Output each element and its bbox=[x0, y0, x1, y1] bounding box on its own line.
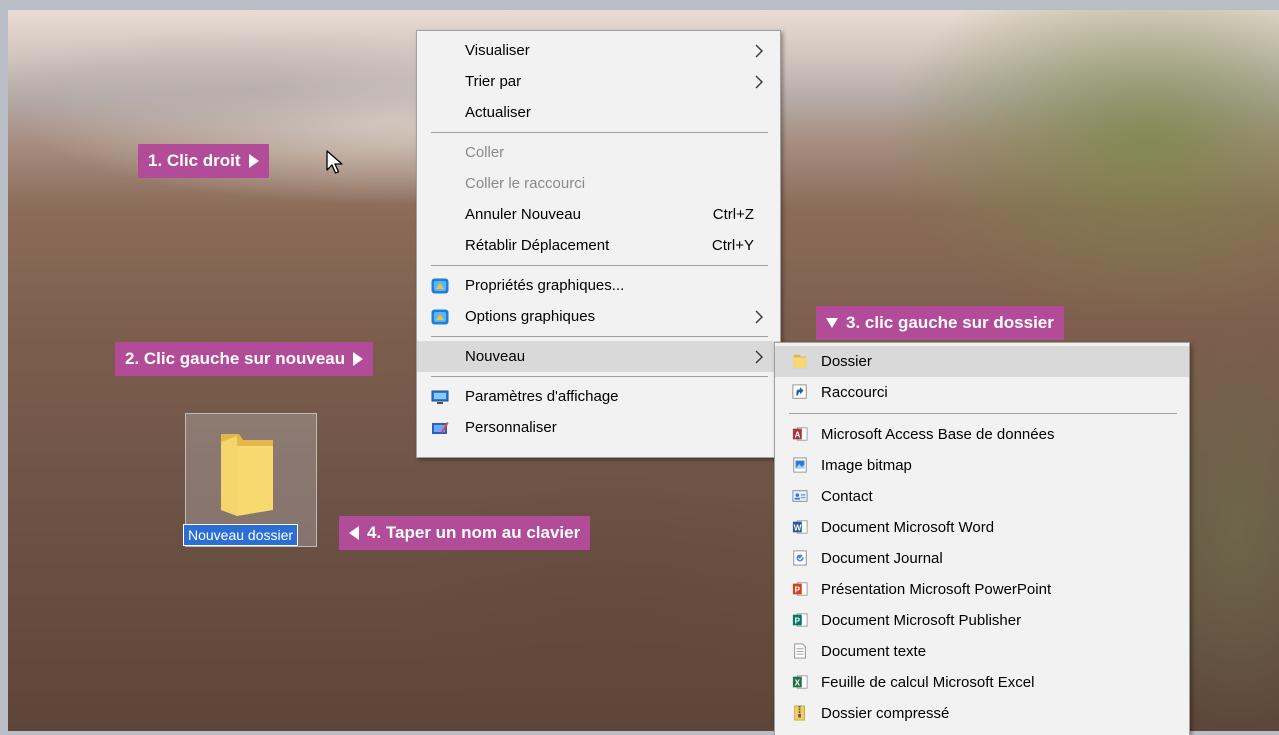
word-icon: W bbox=[792, 520, 808, 534]
menu-item-shortcut: Ctrl+Y bbox=[711, 237, 754, 254]
shortcut-icon bbox=[792, 384, 807, 399]
submenu-item-label: Présentation Microsoft PowerPoint bbox=[821, 581, 1052, 598]
context-menu: Visualiser Trier par Actualiser Coller C… bbox=[416, 30, 781, 458]
folder-icon bbox=[221, 434, 273, 516]
menu-item-label: Trier par bbox=[465, 73, 522, 90]
chevron-right-icon bbox=[754, 35, 766, 66]
journal-icon bbox=[793, 550, 807, 566]
intel-graphics-icon bbox=[431, 278, 449, 294]
bitmap-icon bbox=[793, 457, 807, 473]
menu-separator bbox=[431, 376, 768, 377]
menu-separator bbox=[431, 132, 768, 133]
menu-item-label: Rétablir Déplacement bbox=[465, 237, 610, 254]
svg-text:X: X bbox=[795, 679, 801, 688]
submenu-item-excel[interactable]: X Feuille de calcul Microsoft Excel bbox=[775, 667, 1189, 698]
mouse-cursor-icon bbox=[326, 150, 343, 174]
callout-step4: 4. Taper un nom au clavier bbox=[339, 516, 591, 550]
menu-item-coller-raccourci[interactable]: Coller le raccourci bbox=[417, 168, 780, 199]
callout-step1: 1. Clic droit bbox=[138, 144, 269, 178]
menu-item-label: Coller bbox=[465, 144, 505, 161]
menu-item-actualiser[interactable]: Actualiser bbox=[417, 97, 780, 128]
menu-item-label: Personnaliser bbox=[465, 419, 557, 436]
menu-item-label: Paramètres d'affichage bbox=[465, 388, 619, 405]
submenu-item-access[interactable]: A Microsoft Access Base de données bbox=[775, 419, 1189, 450]
zip-folder-icon bbox=[794, 705, 805, 721]
menu-item-label: Propriétés graphiques... bbox=[465, 277, 625, 294]
submenu-item-label: Microsoft Access Base de données bbox=[821, 426, 1055, 443]
menu-item-proprietes-graphiques[interactable]: Propriétés graphiques... bbox=[417, 270, 780, 301]
menu-item-visualiser[interactable]: Visualiser bbox=[417, 35, 780, 66]
callout-step3: 3. clic gauche sur dossier bbox=[816, 306, 1064, 340]
submenu-item-powerpoint[interactable]: P Présentation Microsoft PowerPoint bbox=[775, 574, 1189, 605]
callout-step2: 2. Clic gauche sur nouveau bbox=[115, 342, 374, 376]
triangle-down-icon bbox=[826, 318, 838, 328]
submenu-item-raccourci[interactable]: Raccourci bbox=[775, 377, 1189, 408]
menu-item-label: Options graphiques bbox=[465, 308, 596, 325]
triangle-right-icon bbox=[353, 352, 364, 366]
submenu-item-bitmap[interactable]: Image bitmap bbox=[775, 450, 1189, 481]
submenu-item-label: Raccourci bbox=[821, 384, 888, 401]
menu-item-options-graphiques[interactable]: Options graphiques bbox=[417, 301, 780, 332]
chevron-right-icon bbox=[754, 341, 766, 372]
menu-item-parametres-affichage[interactable]: Paramètres d'affichage bbox=[417, 381, 780, 412]
menu-separator bbox=[431, 336, 768, 337]
submenu-item-dossier[interactable]: Dossier bbox=[775, 346, 1189, 377]
intel-graphics-icon bbox=[431, 309, 449, 325]
submenu-item-label: Contact bbox=[821, 488, 873, 505]
chevron-right-icon bbox=[754, 301, 766, 332]
menu-separator bbox=[431, 265, 768, 266]
menu-item-annuler-nouveau[interactable]: Annuler Nouveau Ctrl+Z bbox=[417, 199, 780, 230]
folder-name-input[interactable]: Nouveau dossier bbox=[183, 524, 299, 546]
menu-item-trier-par[interactable]: Trier par bbox=[417, 66, 780, 97]
excel-icon: X bbox=[792, 675, 808, 689]
new-submenu: Dossier Raccourci A Microsoft Access Bas… bbox=[774, 342, 1190, 735]
access-icon: A bbox=[792, 427, 808, 441]
callout-step3-label: 3. clic gauche sur dossier bbox=[846, 313, 1054, 332]
menu-item-label: Coller le raccourci bbox=[465, 175, 586, 192]
menu-item-label: Visualiser bbox=[465, 42, 530, 59]
svg-text:W: W bbox=[794, 524, 802, 533]
text-document-icon bbox=[794, 643, 806, 659]
callout-step2-label: 2. Clic gauche sur nouveau bbox=[125, 349, 346, 368]
submenu-item-label: Document texte bbox=[821, 643, 927, 660]
submenu-item-label: Image bitmap bbox=[821, 457, 912, 474]
menu-item-nouveau[interactable]: Nouveau bbox=[417, 341, 780, 372]
menu-item-retablir-deplacement[interactable]: Rétablir Déplacement Ctrl+Y bbox=[417, 230, 780, 261]
triangle-left-icon bbox=[349, 526, 359, 540]
svg-text:P: P bbox=[795, 586, 801, 595]
chevron-right-icon bbox=[754, 66, 766, 97]
svg-text:A: A bbox=[795, 431, 801, 440]
submenu-item-text-document[interactable]: Document texte bbox=[775, 636, 1189, 667]
menu-item-label: Actualiser bbox=[465, 104, 531, 121]
publisher-icon: P bbox=[792, 613, 808, 627]
menu-separator bbox=[789, 413, 1177, 414]
submenu-item-publisher[interactable]: P Document Microsoft Publisher bbox=[775, 605, 1189, 636]
callout-step4-label: 4. Taper un nom au clavier bbox=[367, 523, 581, 542]
submenu-item-label: Feuille de calcul Microsoft Excel bbox=[821, 674, 1035, 691]
display-settings-icon bbox=[431, 390, 449, 404]
submenu-item-contact[interactable]: Contact bbox=[775, 481, 1189, 512]
menu-item-label: Nouveau bbox=[465, 348, 526, 365]
submenu-item-journal[interactable]: Document Journal bbox=[775, 543, 1189, 574]
submenu-item-zip-folder[interactable]: Dossier compressé bbox=[775, 698, 1189, 729]
svg-text:P: P bbox=[795, 617, 801, 626]
menu-item-personnaliser[interactable]: Personnaliser bbox=[417, 412, 780, 443]
menu-item-shortcut: Ctrl+Z bbox=[712, 206, 754, 223]
powerpoint-icon: P bbox=[792, 582, 808, 596]
callout-step1-label: 1. Clic droit bbox=[148, 151, 241, 170]
folder-icon bbox=[793, 354, 807, 369]
submenu-item-label: Document Microsoft Publisher bbox=[821, 612, 1022, 629]
submenu-item-label: Dossier compressé bbox=[821, 705, 950, 722]
triangle-right-icon bbox=[248, 154, 259, 168]
menu-item-label: Annuler Nouveau bbox=[465, 206, 581, 223]
submenu-item-word[interactable]: W Document Microsoft Word bbox=[775, 512, 1189, 543]
contact-icon bbox=[792, 490, 808, 502]
submenu-item-label: Dossier bbox=[821, 353, 872, 370]
submenu-item-label: Document Journal bbox=[821, 550, 943, 567]
desktop-new-folder[interactable]: Nouveau dossier bbox=[183, 413, 317, 547]
submenu-item-label: Document Microsoft Word bbox=[821, 519, 995, 536]
personalize-icon bbox=[432, 422, 449, 434]
menu-item-coller[interactable]: Coller bbox=[417, 137, 780, 168]
